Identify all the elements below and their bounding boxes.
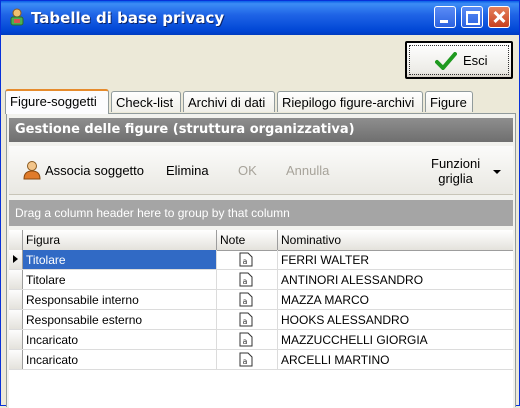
cell-nominativo[interactable]: MAZZUCCHELLI GIORGIA bbox=[278, 330, 513, 349]
header-indicator bbox=[9, 230, 23, 250]
tab-check-list[interactable]: Check-list bbox=[111, 91, 181, 112]
grid-header: Figura Note Nominativo bbox=[9, 230, 513, 251]
maximize-button[interactable] bbox=[461, 6, 483, 28]
funzioni-griglia-button[interactable]: Funzioni griglia bbox=[431, 156, 480, 186]
annulla-button[interactable]: Annulla bbox=[286, 163, 329, 178]
chevron-down-icon[interactable] bbox=[493, 170, 501, 174]
tab-archivi-di-dati[interactable]: Archivi di dati bbox=[183, 91, 275, 112]
svg-text:a: a bbox=[243, 317, 248, 326]
funzioni-label-line2: griglia bbox=[438, 171, 473, 186]
table-row[interactable]: Responsabile interno a MAZZA MARCO bbox=[9, 290, 513, 310]
svg-text:a: a bbox=[243, 257, 248, 266]
note-icon[interactable]: a bbox=[239, 292, 253, 307]
associa-soggetto-button[interactable]: Associa soggetto bbox=[45, 163, 144, 178]
cell-note[interactable]: a bbox=[217, 270, 278, 289]
ok-button[interactable]: OK bbox=[238, 163, 257, 178]
cell-nominativo[interactable]: ARCELLI MARTINO bbox=[278, 350, 513, 369]
cell-figura[interactable]: Responsabile esterno bbox=[23, 310, 217, 329]
tab-riepilogo-figure-archivi[interactable]: Riepilogo figure-archivi bbox=[277, 91, 423, 112]
svg-text:a: a bbox=[243, 357, 248, 366]
table-row[interactable]: Incaricato a ARCELLI MARTINO bbox=[9, 350, 513, 370]
close-button[interactable] bbox=[488, 6, 510, 28]
note-icon[interactable]: a bbox=[239, 352, 253, 367]
esci-button[interactable]: Esci bbox=[405, 41, 513, 79]
cell-nominativo[interactable]: HOOKS ALESSANDRO bbox=[278, 310, 513, 329]
cell-note[interactable]: a bbox=[217, 350, 278, 369]
group-by-panel[interactable]: Drag a column header here to group by th… bbox=[9, 200, 513, 226]
checkmark-icon bbox=[435, 52, 457, 70]
svg-text:a: a bbox=[243, 297, 248, 306]
note-icon[interactable]: a bbox=[239, 312, 253, 327]
note-icon[interactable]: a bbox=[239, 332, 253, 347]
esci-label: Esci bbox=[463, 53, 488, 68]
user-icon bbox=[23, 161, 41, 180]
elimina-button[interactable]: Elimina bbox=[166, 163, 209, 178]
row-indicator bbox=[9, 350, 23, 369]
table-row[interactable]: Responsabile esterno a HOOKS ALESSANDRO bbox=[9, 310, 513, 330]
application-window: Tabelle di base privacy Esci Figure-sogg… bbox=[0, 0, 520, 408]
cell-nominativo[interactable]: FERRI WALTER bbox=[278, 250, 513, 269]
table-row[interactable]: Incaricato a MAZZUCCHELLI GIORGIA bbox=[9, 330, 513, 350]
cell-figura[interactable]: Incaricato bbox=[23, 350, 217, 369]
cell-figura[interactable]: Responsabile interno bbox=[23, 290, 217, 309]
note-icon[interactable]: a bbox=[239, 252, 253, 267]
tab-figure[interactable]: Figure bbox=[425, 91, 473, 112]
note-icon[interactable]: a bbox=[239, 272, 253, 287]
focus-rect bbox=[409, 45, 509, 75]
row-indicator bbox=[9, 330, 23, 349]
cell-figura[interactable]: Titolare bbox=[23, 250, 217, 269]
cell-figura[interactable]: Incaricato bbox=[23, 330, 217, 349]
column-header-note[interactable]: Note bbox=[217, 230, 278, 250]
table-row[interactable]: Titolare a FERRI WALTER bbox=[9, 250, 513, 270]
row-indicator bbox=[9, 310, 23, 329]
funzioni-label-line1: Funzioni bbox=[431, 156, 481, 171]
cell-note[interactable]: a bbox=[217, 250, 278, 269]
toolbar: Associa soggetto Elimina OK Annulla Funz… bbox=[9, 146, 513, 195]
column-header-figura[interactable]: Figura bbox=[23, 230, 217, 250]
svg-text:a: a bbox=[243, 277, 248, 286]
cell-nominativo[interactable]: MAZZA MARCO bbox=[278, 290, 513, 309]
window-title: Tabelle di base privacy bbox=[31, 9, 225, 27]
minimize-button[interactable] bbox=[434, 6, 456, 28]
svg-text:a: a bbox=[243, 337, 248, 346]
data-grid: Figura Note Nominativo Titolare a FERRI … bbox=[9, 230, 513, 408]
current-row-indicator bbox=[9, 250, 23, 269]
title-bar[interactable]: Tabelle di base privacy bbox=[1, 1, 519, 35]
cell-note[interactable]: a bbox=[217, 290, 278, 309]
tab-figure-soggetti[interactable]: Figure-soggetti bbox=[5, 89, 109, 114]
section-header: Gestione delle figure (struttura organiz… bbox=[9, 118, 513, 142]
column-header-nominativo[interactable]: Nominativo bbox=[278, 230, 513, 250]
cell-note[interactable]: a bbox=[217, 310, 278, 329]
tab-panel: Gestione delle figure (struttura organiz… bbox=[6, 113, 516, 408]
cell-nominativo[interactable]: ANTINORI ALESSANDRO bbox=[278, 270, 513, 289]
table-row[interactable]: Titolare a ANTINORI ALESSANDRO bbox=[9, 270, 513, 290]
cell-figura[interactable]: Titolare bbox=[23, 270, 217, 289]
row-indicator bbox=[9, 270, 23, 289]
app-icon bbox=[10, 8, 24, 26]
row-indicator bbox=[9, 290, 23, 309]
cell-note[interactable]: a bbox=[217, 330, 278, 349]
